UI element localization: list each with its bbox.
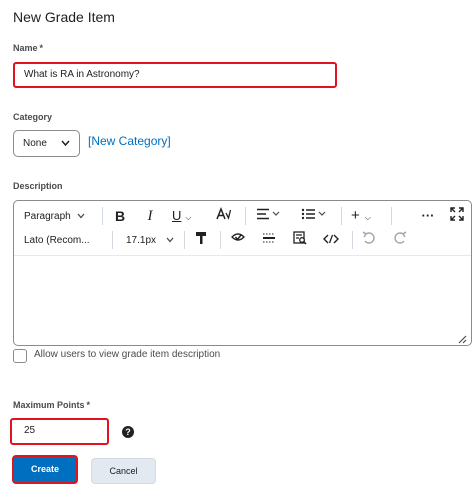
fullscreen-icon[interactable] — [448, 207, 466, 226]
name-input[interactable]: What is RA in Astronomy? — [13, 62, 337, 88]
chevron-down-icon — [61, 131, 70, 166]
toolbar-separator — [391, 207, 392, 225]
page-title: New Grade Item — [13, 9, 115, 25]
font-family-select[interactable]: Lato (Recom... — [24, 231, 90, 249]
max-points-label-text: Maximum Points — [13, 400, 85, 410]
align-icon[interactable] — [256, 207, 286, 225]
more-icon[interactable]: ··· — [418, 207, 438, 225]
paragraph-style-select[interactable]: Paragraph — [24, 207, 85, 225]
category-selected-value: None — [23, 138, 47, 149]
toolbar-separator — [341, 207, 342, 225]
allow-description-label: Allow users to view grade item descripti… — [34, 349, 221, 360]
font-size-select[interactable]: 17.1px — [126, 231, 174, 249]
format-painter-icon[interactable] — [192, 231, 210, 250]
category-select[interactable]: None — [13, 130, 80, 157]
font-size-value: 17.1px — [126, 234, 157, 246]
source-code-icon[interactable] — [321, 231, 341, 249]
help-icon[interactable]: ? — [122, 426, 134, 438]
undo-icon[interactable] — [360, 231, 378, 250]
toolbar-separator — [102, 207, 103, 225]
italic-icon[interactable]: I — [141, 207, 159, 225]
new-category-link[interactable]: [New Category] — [88, 134, 171, 148]
cancel-button[interactable]: Cancel — [91, 458, 156, 484]
max-points-label: Maximum Points * — [13, 400, 90, 410]
name-label-text: Name — [13, 43, 38, 53]
bold-icon[interactable]: B — [111, 207, 129, 225]
required-marker: * — [86, 400, 91, 410]
category-label: Category — [13, 112, 53, 122]
resize-handle-icon[interactable] — [457, 331, 467, 344]
chevron-down-icon — [77, 212, 85, 221]
toolbar-separator — [245, 207, 246, 225]
toolbar-separator — [220, 231, 221, 249]
font-family-value: Lato (Recom... — [24, 234, 90, 246]
paragraph-style-value: Paragraph — [24, 210, 71, 222]
toolbar-separator — [112, 231, 113, 249]
underline-icon[interactable]: U ⌵ — [172, 207, 202, 227]
create-button[interactable]: Create — [12, 455, 78, 484]
required-marker: * — [39, 43, 44, 53]
preview-icon[interactable] — [291, 231, 309, 250]
name-label: Name * — [13, 43, 43, 53]
chevron-down-icon — [166, 236, 174, 245]
toolbar-separator — [184, 231, 185, 249]
accessibility-checker-icon[interactable] — [229, 231, 247, 250]
text-format-icon[interactable] — [213, 206, 233, 226]
max-points-input[interactable]: 25 — [10, 418, 109, 445]
allow-description-checkbox[interactable] — [13, 349, 27, 363]
editor-content-area[interactable] — [14, 255, 471, 345]
horizontal-rule-icon[interactable] — [260, 231, 278, 249]
list-icon[interactable] — [301, 207, 331, 225]
toolbar-separator — [352, 231, 353, 249]
redo-icon[interactable] — [391, 231, 409, 250]
insert-icon[interactable]: + ⌵ — [351, 207, 381, 227]
description-editor[interactable]: Paragraph B I U ⌵ + ⌵ ··· Lato (Recom... 1… — [13, 200, 472, 346]
description-label: Description — [13, 181, 63, 191]
